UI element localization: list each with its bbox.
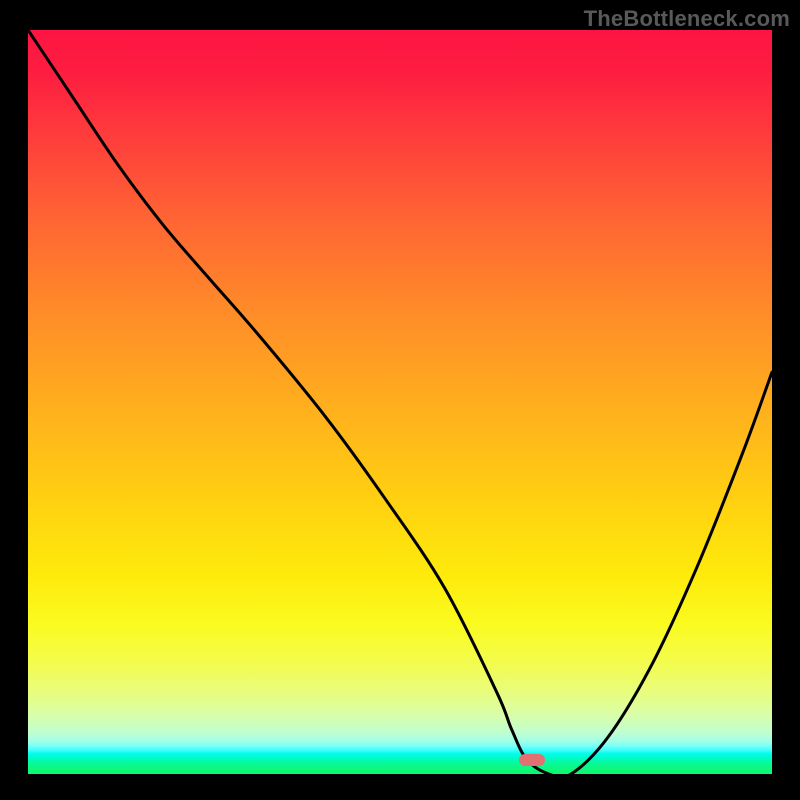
gradient-background (28, 30, 772, 774)
plot-area (28, 30, 772, 774)
chart-frame: TheBottleneck.com (0, 0, 800, 800)
watermark-text: TheBottleneck.com (584, 6, 790, 32)
optimal-marker (519, 754, 545, 766)
